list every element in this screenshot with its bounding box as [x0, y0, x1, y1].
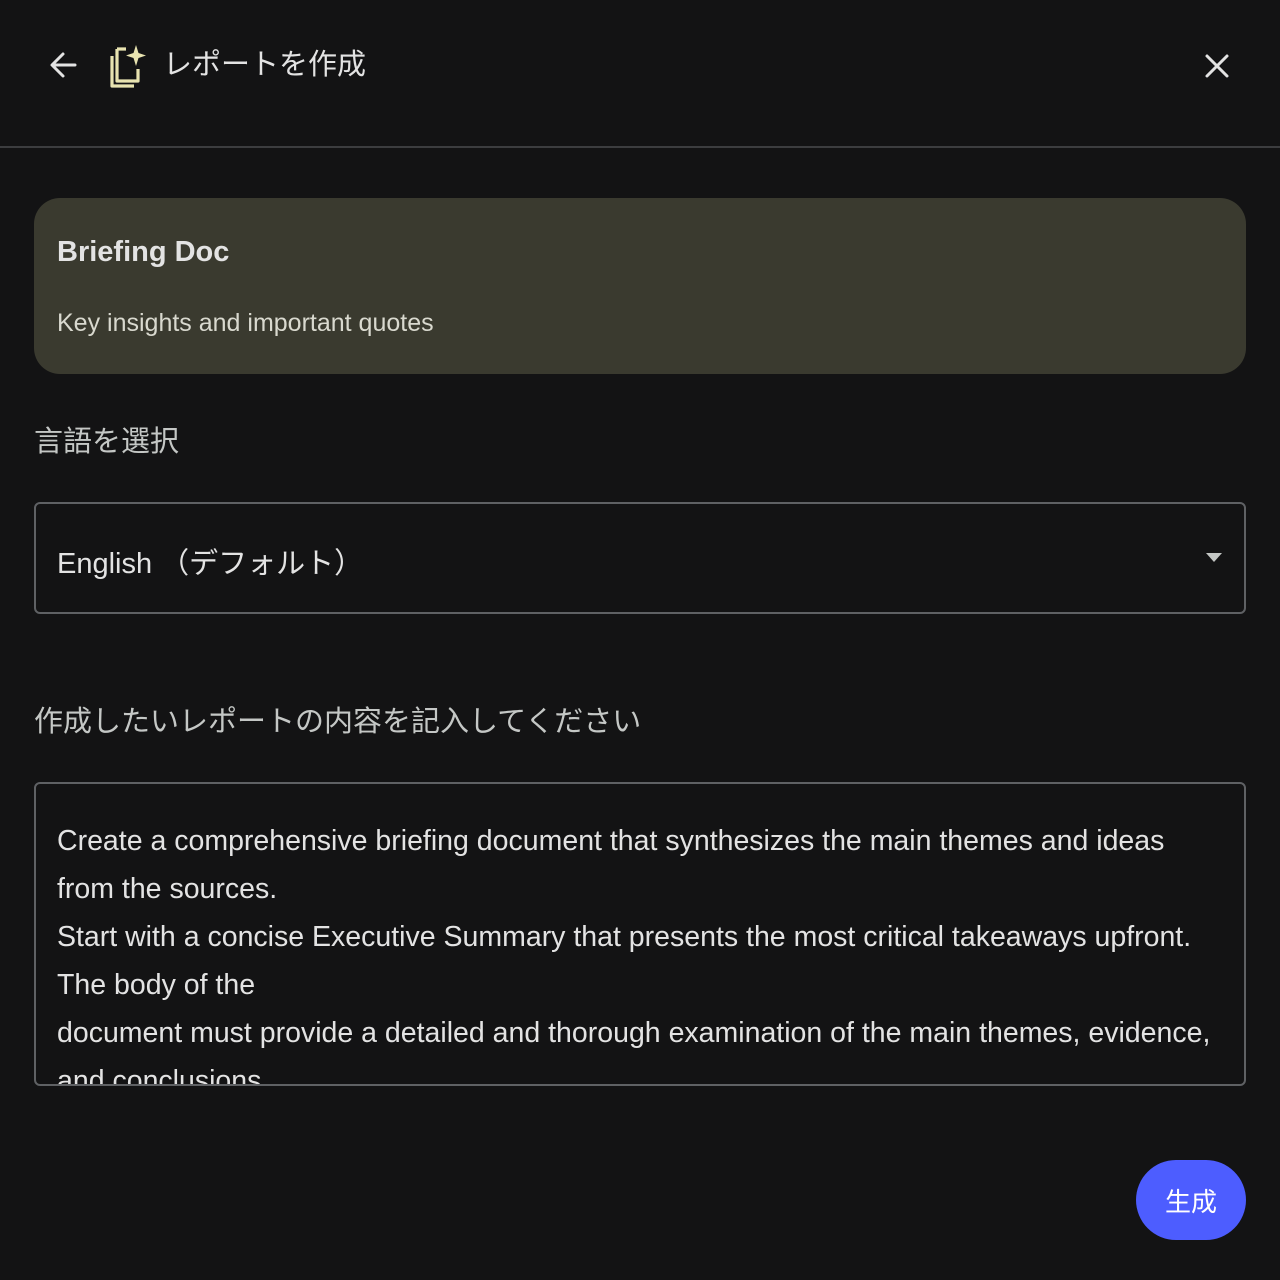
triangle-down-icon [1206, 553, 1222, 562]
prompt-label: 作成したいレポートの内容を記入してください [34, 706, 642, 738]
report-sparkle-icon [110, 45, 146, 88]
language-select[interactable]: English （デフォルト） [34, 502, 1246, 614]
close-button[interactable] [1194, 43, 1240, 89]
dialog-title: レポートを作成 [163, 49, 367, 81]
language-selected-value: English （デフォルト） [57, 548, 364, 580]
language-label: 言語を選択 [34, 426, 180, 458]
report-type-card[interactable]: Briefing Doc Key insights and important … [34, 198, 1246, 374]
report-type-description: Key insights and important quotes [57, 309, 434, 337]
arrow-left-icon [50, 52, 77, 78]
back-button[interactable] [40, 42, 86, 88]
report-prompt-textarea[interactable]: Create a comprehensive briefing document… [34, 782, 1246, 1086]
close-icon [1205, 54, 1229, 78]
dialog-header: レポートを作成 [0, 0, 1280, 148]
report-type-title: Briefing Doc [57, 236, 230, 268]
generate-button[interactable]: 生成 [1136, 1160, 1246, 1240]
